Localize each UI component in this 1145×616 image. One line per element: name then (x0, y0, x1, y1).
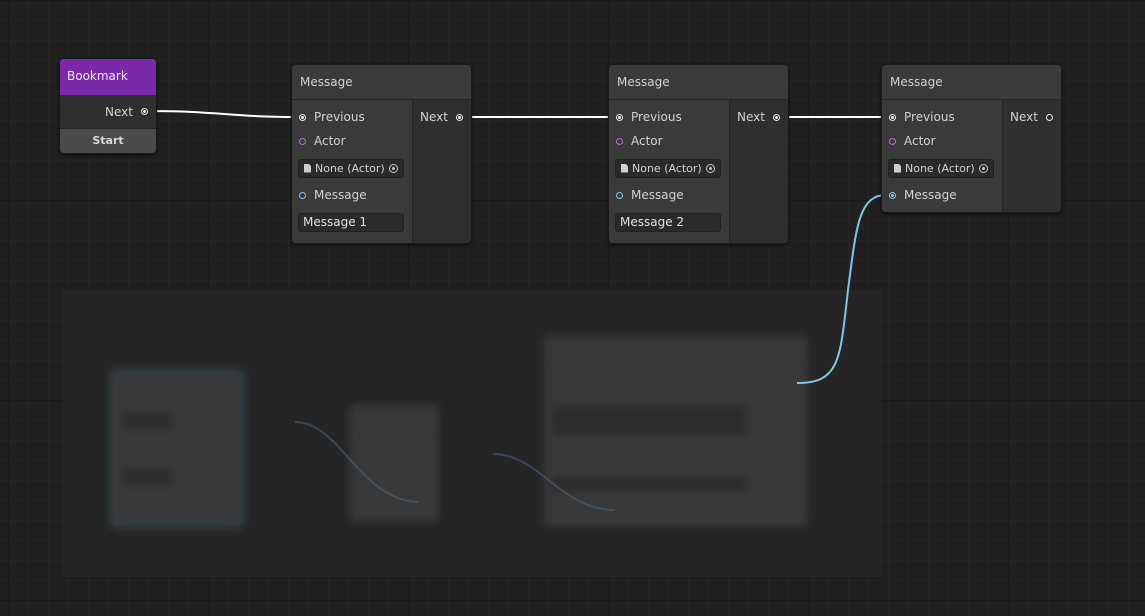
previous-label: Previous (314, 110, 365, 124)
document-icon (304, 163, 311, 173)
object-picker-icon[interactable] (979, 163, 988, 173)
bookmark-node[interactable]: Bookmark Next Start (59, 58, 157, 154)
next-label: Next (420, 110, 448, 124)
document-icon (621, 163, 628, 173)
previous-label: Previous (904, 110, 955, 124)
next-port-row: Next (730, 105, 788, 129)
next-label: Next (737, 110, 765, 124)
object-picker-icon[interactable] (706, 163, 715, 173)
message-port[interactable] (299, 191, 306, 199)
actor-object-field[interactable]: None (Actor) (888, 158, 994, 178)
node-title: Message (292, 65, 471, 100)
actor-label: Actor (314, 134, 346, 148)
next-port[interactable] (1046, 113, 1053, 121)
actor-label: Actor (631, 134, 663, 148)
message-field-row: Message 1 (292, 207, 412, 237)
message-port-row: Message (609, 183, 729, 207)
next-port-row: Next (413, 105, 471, 129)
actor-field-value: None (Actor) (315, 161, 385, 175)
previous-port-row: Previous (609, 105, 729, 129)
blurred-node-group (63, 290, 881, 577)
actor-port[interactable] (299, 137, 306, 145)
start-button[interactable]: Start (60, 128, 156, 153)
actor-field-row: None (Actor) (292, 153, 412, 183)
next-port-row: Next (1003, 105, 1061, 129)
actor-object-field[interactable]: None (Actor) (615, 158, 721, 178)
message-port[interactable] (889, 191, 896, 199)
previous-port[interactable] (889, 113, 896, 121)
actor-port-row: Actor (609, 129, 729, 153)
actor-field-value: None (Actor) (905, 161, 975, 175)
actor-field-row: None (Actor) (609, 153, 729, 183)
message-label: Message (314, 188, 367, 202)
next-port[interactable] (456, 113, 463, 121)
next-port[interactable] (773, 113, 780, 121)
actor-field-row: None (Actor) (882, 153, 1002, 183)
actor-port-row: Actor (882, 129, 1002, 153)
message-port[interactable] (616, 191, 623, 199)
actor-port[interactable] (889, 137, 896, 145)
actor-port[interactable] (616, 137, 623, 145)
previous-port[interactable] (616, 113, 623, 121)
message-node-3[interactable]: Message Previous Actor None (Actor) Mess… (881, 64, 1062, 213)
blurred-node-b (349, 405, 439, 522)
message-text-field[interactable]: Message 2 (615, 212, 721, 232)
next-label: Next (1010, 110, 1038, 124)
message-port-row: Message (882, 183, 1002, 207)
blurred-node-a (111, 370, 243, 527)
actor-port-row: Actor (292, 129, 412, 153)
message-text-field[interactable]: Message 1 (298, 212, 404, 232)
bookmark-next-label: Next (105, 104, 133, 119)
document-icon (894, 163, 901, 173)
bookmark-title: Bookmark (60, 59, 156, 95)
previous-label: Previous (631, 110, 682, 124)
actor-object-field[interactable]: None (Actor) (298, 158, 404, 178)
previous-port[interactable] (299, 113, 306, 121)
message-field-row: Message 2 (609, 207, 729, 237)
object-picker-icon[interactable] (389, 163, 398, 173)
node-title: Message (609, 65, 788, 100)
message-label: Message (631, 188, 684, 202)
message-node-1[interactable]: Message Previous Actor None (Actor) Mess… (291, 64, 472, 244)
message-node-2[interactable]: Message Previous Actor None (Actor) Mess… (608, 64, 789, 244)
node-title: Message (882, 65, 1061, 100)
blurred-node-c (543, 335, 808, 527)
bookmark-next-port[interactable] (141, 108, 148, 115)
wire-bookmark-to-message1 (146, 110, 297, 118)
message-port-row: Message (292, 183, 412, 207)
previous-port-row: Previous (292, 105, 412, 129)
actor-field-value: None (Actor) (632, 161, 702, 175)
message-label: Message (904, 188, 957, 202)
previous-port-row: Previous (882, 105, 1002, 129)
bookmark-next-port-row: Next (60, 95, 156, 128)
actor-label: Actor (904, 134, 936, 148)
